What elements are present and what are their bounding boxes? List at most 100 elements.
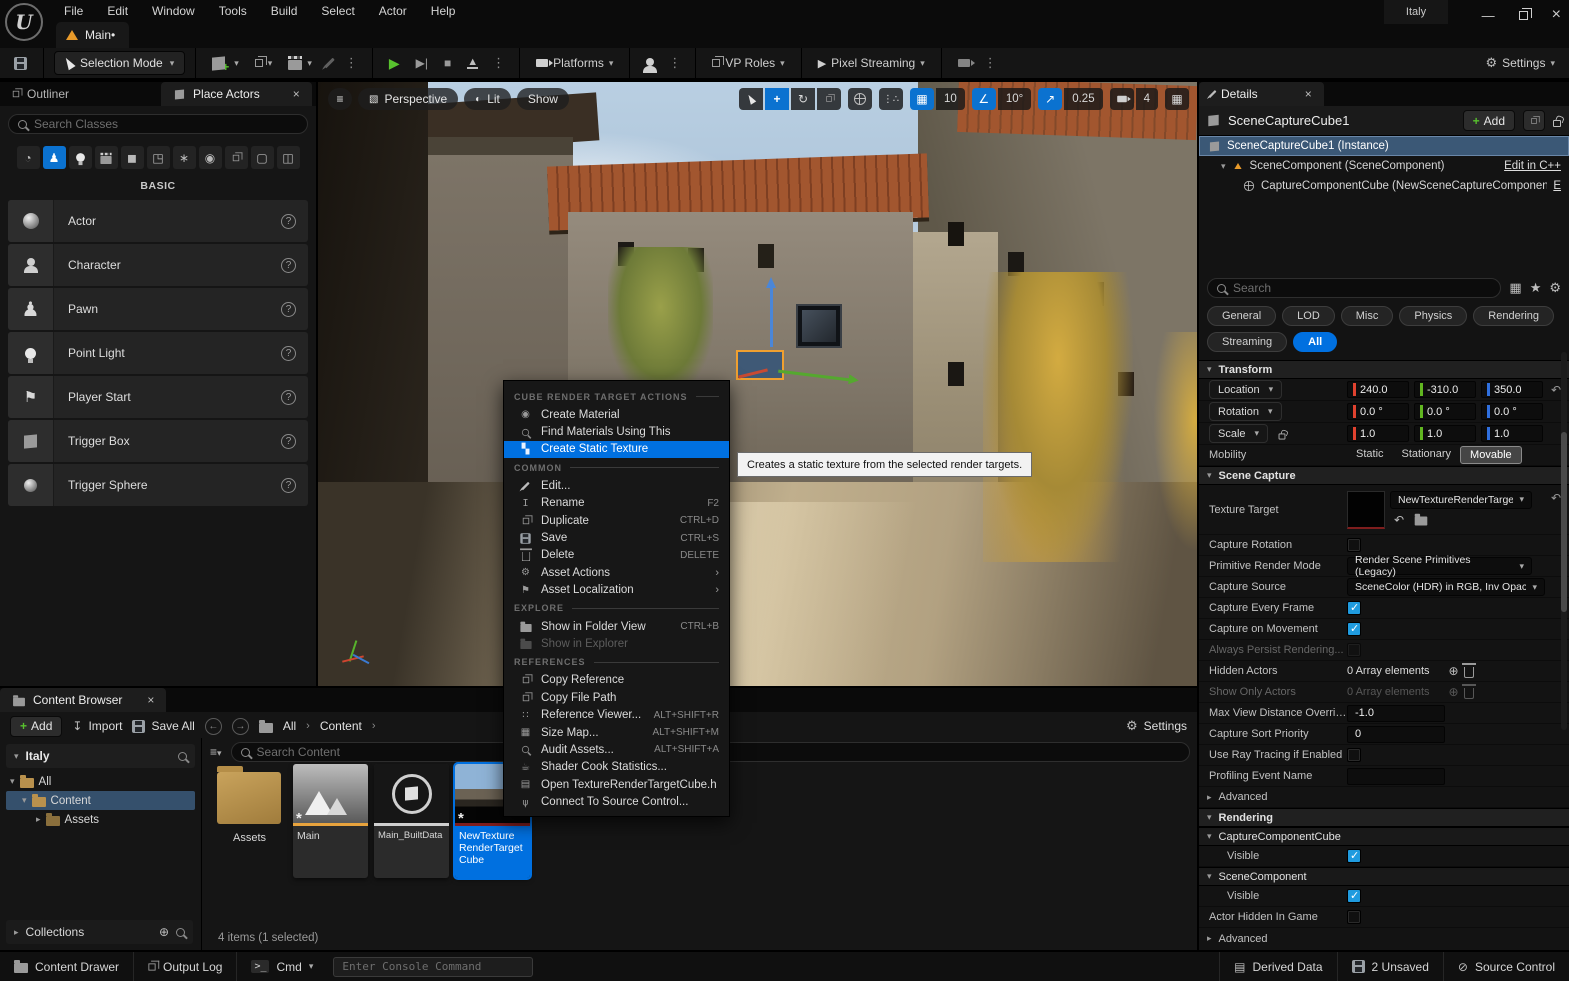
search-collections-icon[interactable]: [176, 928, 185, 937]
checkbox-unchecked[interactable]: [1347, 910, 1361, 924]
geometry-category-icon[interactable]: [225, 146, 248, 169]
menu-item-open-header[interactable]: ▤Open TextureRenderTargetCube.h: [504, 776, 729, 793]
details-search-input[interactable]: [1233, 281, 1491, 295]
scale-x-field[interactable]: 1.0: [1347, 425, 1409, 442]
filter-tab-all[interactable]: All: [1293, 332, 1337, 352]
screen-share-button[interactable]: [952, 55, 976, 71]
help-icon[interactable]: ?: [281, 214, 296, 229]
add-collection-icon[interactable]: ⊕: [159, 925, 169, 939]
multi-user-button[interactable]: [640, 54, 660, 72]
console-command-input[interactable]: [342, 960, 524, 973]
save-level-button[interactable]: [8, 53, 33, 74]
checkbox-unchecked[interactable]: [1347, 538, 1361, 552]
rendering-advanced-row[interactable]: ▸ Advanced: [1199, 928, 1569, 949]
asset-tile-main-builtdata[interactable]: Main_BuiltData: [374, 764, 449, 878]
section-rendering[interactable]: ▾Rendering: [1199, 808, 1569, 827]
cinematics-button[interactable]: ▾: [282, 52, 318, 74]
cmd-dropdown[interactable]: >_Cmd▾: [237, 952, 327, 981]
placeable-actor-row[interactable]: Actor ?: [8, 200, 308, 242]
primitive-render-mode-dropdown[interactable]: Render Scene Primitives (Legacy)▾: [1347, 557, 1532, 575]
asset-tile-main-level[interactable]: * Main: [293, 764, 368, 878]
menu-item-shader-cook-statistics[interactable]: ☕Shader Cook Statistics...: [504, 759, 729, 776]
tab-outliner[interactable]: Outliner: [0, 82, 81, 106]
cb-add-button[interactable]: +Add: [10, 716, 62, 737]
grid-snap-toggle[interactable]: ▦: [910, 88, 934, 110]
menu-item-edit[interactable]: Edit...: [504, 477, 729, 494]
placeable-actor-row[interactable]: ♟ Pawn ?: [8, 288, 308, 330]
location-dropdown[interactable]: Location▾: [1209, 380, 1282, 399]
recently-placed-icon[interactable]: ◔: [17, 146, 40, 169]
capture-source-dropdown[interactable]: SceneColor (HDR) in RGB, Inv Opacity▾: [1347, 578, 1545, 596]
gizmo-z-axis-arrow[interactable]: [770, 287, 773, 347]
close-button[interactable]: ×: [1552, 6, 1561, 24]
scale-lock-icon[interactable]: [1279, 433, 1286, 439]
rotation-dropdown[interactable]: Rotation▾: [1209, 402, 1282, 421]
checkbox-checked[interactable]: [1347, 601, 1361, 615]
clear-array-icon[interactable]: [1464, 667, 1474, 678]
browse-to-asset-icon[interactable]: [1415, 516, 1428, 525]
menu-item-delete[interactable]: DeleteDELETE: [504, 547, 729, 564]
forward-icon[interactable]: →: [232, 718, 249, 735]
settings-gear-icon[interactable]: ⚙: [1549, 280, 1561, 296]
filter-tab-rendering[interactable]: Rendering: [1473, 306, 1554, 326]
unsaved-changes-button[interactable]: 2 Unsaved: [1337, 952, 1443, 981]
maximize-viewport-button[interactable]: ▦: [1165, 88, 1189, 110]
texture-target-dropdown[interactable]: NewTextureRenderTarge▾: [1390, 491, 1532, 509]
scale-snap-toggle[interactable]: ↗: [1038, 88, 1062, 110]
restore-button[interactable]: [1519, 11, 1528, 20]
favorites-icon[interactable]: ★: [1530, 280, 1542, 296]
rotation-y-field[interactable]: 0.0 °: [1414, 403, 1476, 420]
eject-button[interactable]: ▲: [461, 54, 484, 73]
section-capture-component-cube[interactable]: ▾CaptureComponentCube: [1199, 827, 1569, 846]
surface-snapping-button[interactable]: ⋮∴: [879, 88, 903, 110]
scale-snap-value[interactable]: 0.25: [1064, 88, 1102, 110]
menu-item-reference-viewer[interactable]: ∷Reference Viewer...ALT+SHIFT+R: [504, 706, 729, 723]
menu-item-rename[interactable]: IRenameF2: [504, 495, 729, 512]
add-component-button[interactable]: +Add: [1463, 110, 1515, 131]
output-log-button[interactable]: Output Log: [134, 952, 237, 981]
location-z-field[interactable]: 350.0: [1481, 381, 1543, 398]
visual-category-icon[interactable]: ◳: [147, 146, 170, 169]
component-row-instance[interactable]: SceneCaptureCube1 (Instance): [1199, 136, 1569, 156]
help-icon[interactable]: ?: [281, 346, 296, 361]
help-icon[interactable]: ?: [281, 478, 296, 493]
menu-build[interactable]: Build: [259, 1, 310, 21]
details-search-box[interactable]: [1207, 278, 1501, 298]
pixel-streaming-dropdown[interactable]: ▶Pixel Streaming▾: [812, 52, 931, 74]
details-scrollbar[interactable]: [1561, 352, 1567, 730]
profiling-event-name-field[interactable]: [1347, 768, 1445, 785]
menu-item-copy-file-path[interactable]: Copy File Path: [504, 689, 729, 706]
menu-item-size-map[interactable]: ▦Size Map...ALT+SHIFT+M: [504, 724, 729, 741]
derived-data-button[interactable]: ▤Derived Data: [1219, 952, 1336, 981]
menu-item-show-in-folder-view[interactable]: Show in Folder ViewCTRL+B: [504, 618, 729, 635]
menu-select[interactable]: Select: [309, 1, 366, 21]
filter-sources-icon[interactable]: [178, 752, 187, 761]
menu-item-find-materials[interactable]: Find Materials Using This: [504, 423, 729, 440]
use-selected-asset-icon[interactable]: ↶: [1394, 513, 1404, 527]
menu-edit[interactable]: Edit: [95, 1, 140, 21]
vp-roles-dropdown[interactable]: VP Roles▾: [706, 52, 790, 74]
scale-tool-button[interactable]: [817, 88, 841, 110]
filter-tab-streaming[interactable]: Streaming: [1207, 332, 1287, 352]
menu-window[interactable]: Window: [140, 1, 207, 21]
rotation-snap-toggle[interactable]: ∠: [972, 88, 996, 110]
volumes-category-icon[interactable]: ▢: [251, 146, 274, 169]
menu-item-save[interactable]: SaveCTRL+S: [504, 529, 729, 546]
level-viewport[interactable]: ≡ ▧Perspective ◐Lit Show + ↻ ⋮∴ ▦ 10 ∠ 1…: [318, 82, 1197, 686]
menu-item-create-material[interactable]: ◉Create Material: [504, 406, 729, 423]
add-actor-button[interactable]: +▾: [206, 48, 245, 78]
console-command-box[interactable]: [333, 957, 533, 977]
rotate-tool-button[interactable]: ↻: [791, 88, 815, 110]
tree-item-content[interactable]: ▾Content: [6, 791, 195, 810]
source-control-button[interactable]: ⊘Source Control: [1443, 952, 1569, 981]
world-space-toggle[interactable]: [848, 88, 872, 110]
help-icon[interactable]: ?: [281, 390, 296, 405]
menu-item-copy-reference[interactable]: Copy Reference: [504, 672, 729, 689]
add-array-element-icon[interactable]: ⊕: [1449, 664, 1459, 678]
placeable-actor-row[interactable]: Character ?: [8, 244, 308, 286]
menu-item-audit-assets[interactable]: Audit Assets...ALT+SHIFT+A: [504, 741, 729, 758]
tree-item-all[interactable]: ▾All: [6, 772, 195, 791]
view-mode-dropdown[interactable]: ◐Lit: [464, 88, 511, 110]
shapes-category-icon[interactable]: ◼: [121, 146, 144, 169]
basic-category-icon[interactable]: ♟: [43, 146, 66, 169]
